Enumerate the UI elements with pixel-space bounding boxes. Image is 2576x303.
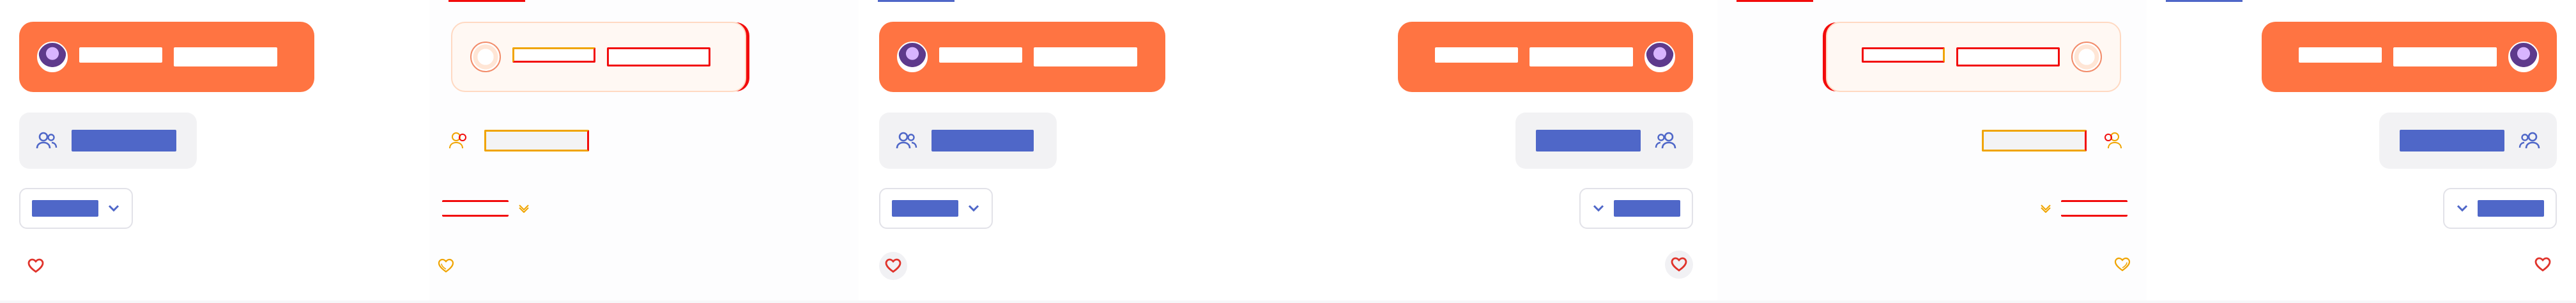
author-name [512, 47, 595, 66]
chevron-down-icon [2041, 205, 2051, 213]
composer-variants-strip [0, 0, 2576, 303]
visibility-label [1614, 200, 1680, 217]
avatar [470, 42, 501, 72]
people-icon [1655, 132, 1676, 149]
visibility-label [442, 200, 509, 217]
composer-panel-ltr-outline [429, 0, 859, 300]
top-accent-line [878, 0, 954, 2]
heart-icon [2114, 257, 2131, 272]
avatar [2071, 42, 2102, 72]
audience-label [2400, 130, 2504, 152]
visibility-dropdown[interactable] [429, 188, 543, 229]
author-name [2299, 47, 2382, 66]
heart-icon [27, 258, 44, 273]
audience-selector[interactable] [1961, 113, 2139, 169]
top-accent-line [1736, 0, 1813, 2]
visibility-dropdown[interactable] [2443, 188, 2557, 229]
like-button[interactable] [22, 252, 50, 280]
audience-selector[interactable] [1515, 113, 1693, 169]
heart-icon [1671, 257, 1687, 272]
audience-selector[interactable] [879, 113, 1057, 169]
author-subtitle [607, 47, 710, 66]
composer-panel-rtl-filled-2 [2147, 0, 2576, 300]
composer-panel-ltr-filled-2 [859, 0, 1289, 300]
top-accent-line [2166, 0, 2242, 2]
chevron-down-icon [519, 205, 529, 213]
author-card[interactable] [451, 22, 746, 92]
like-button[interactable] [2529, 251, 2557, 279]
top-accent-line [448, 0, 525, 2]
visibility-label [32, 200, 98, 217]
avatar [1644, 42, 1675, 72]
avatar [2508, 42, 2539, 72]
people-icon [896, 132, 917, 149]
like-button[interactable] [879, 252, 907, 280]
heart-icon [438, 258, 454, 273]
audience-label [1982, 130, 2087, 152]
visibility-dropdown[interactable] [19, 188, 133, 229]
author-card[interactable] [2262, 22, 2557, 92]
audience-selector[interactable] [2379, 113, 2557, 169]
author-subtitle [2393, 47, 2497, 66]
people-icon [36, 132, 57, 149]
like-button[interactable] [432, 252, 460, 280]
composer-panel-rtl-outline [1717, 0, 2147, 300]
composer-panel-rtl-filled [1288, 0, 1718, 300]
author-card[interactable] [1398, 22, 1693, 92]
author-name [939, 47, 1022, 66]
visibility-dropdown[interactable] [879, 188, 993, 229]
author-subtitle [174, 47, 277, 66]
author-subtitle [1034, 47, 1137, 66]
visibility-dropdown[interactable] [2027, 188, 2140, 229]
author-name [1435, 47, 1518, 66]
heart-icon [885, 258, 901, 273]
visibility-label [2061, 200, 2128, 217]
author-card[interactable] [1826, 22, 2121, 92]
visibility-label [2478, 200, 2544, 217]
author-card[interactable] [879, 22, 1165, 92]
chevron-down-icon [968, 205, 979, 212]
author-subtitle [1529, 47, 1633, 66]
author-name [79, 47, 162, 66]
avatar [37, 42, 68, 72]
composer-panel-ltr-filled [0, 0, 430, 300]
people-icon [2518, 132, 2540, 149]
visibility-dropdown[interactable] [1579, 188, 1693, 229]
chevron-down-icon [1593, 205, 1604, 212]
like-button[interactable] [2108, 251, 2136, 279]
chevron-down-icon [2457, 205, 2468, 212]
people-icon [449, 132, 466, 149]
author-name [1862, 47, 1945, 66]
heart-icon [2534, 257, 2551, 272]
like-button[interactable] [1665, 251, 1693, 279]
visibility-label [892, 200, 958, 217]
author-card[interactable] [19, 22, 314, 92]
author-subtitle [1956, 47, 2060, 66]
audience-label [931, 130, 1034, 152]
audience-label [1536, 130, 1641, 152]
audience-label [72, 130, 176, 152]
audience-selector[interactable] [19, 113, 197, 169]
people-icon [2104, 132, 2122, 149]
chevron-down-icon [108, 205, 119, 212]
audience-label [484, 130, 589, 152]
avatar [897, 42, 928, 72]
audience-selector[interactable] [432, 113, 610, 169]
